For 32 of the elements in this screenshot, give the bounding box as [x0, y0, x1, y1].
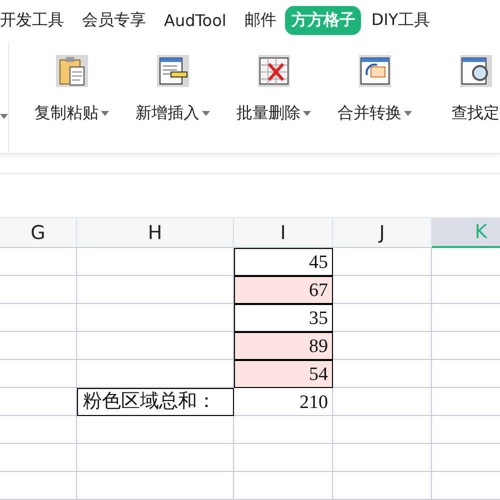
column-header[interactable]: G — [0, 218, 77, 248]
caret-icon — [0, 114, 8, 120]
ribbon-button[interactable]: 查找定 — [425, 42, 500, 124]
clipboard-icon — [56, 54, 88, 87]
caret-icon — [202, 110, 210, 116]
ribbon-button[interactable]: 新增插入 — [122, 42, 223, 124]
column-header[interactable]: I — [234, 218, 333, 248]
ribbon-button[interactable]: 合并转换 — [324, 42, 425, 124]
ribbon-button[interactable]: 复制粘贴 — [21, 42, 122, 124]
table-cell: 89 — [234, 332, 333, 360]
column-header[interactable]: H — [77, 218, 234, 248]
table-cell: 35 — [234, 304, 333, 332]
menu-tab[interactable]: 会员专享 — [82, 6, 146, 36]
column-header[interactable]: J — [333, 218, 432, 248]
caret-icon — [404, 110, 412, 116]
insert-row-icon — [156, 54, 188, 87]
table-cell: 210 — [234, 388, 333, 416]
table-cell: 54 — [234, 360, 333, 388]
caret-icon — [100, 110, 108, 116]
table-cell: 45 — [234, 248, 333, 276]
menu-tab[interactable]: 邮件 — [244, 6, 276, 36]
magnifier-table-icon — [460, 54, 492, 87]
menu-tab[interactable]: DIY工具 — [371, 6, 430, 36]
ribbon-button[interactable]: 批量删除 — [223, 42, 324, 124]
table-cell: 粉色区域总和： — [77, 388, 234, 416]
delete-table-icon — [258, 54, 290, 87]
menu-tab[interactable]: 开发工具 — [0, 6, 64, 36]
table-cell: 67 — [234, 276, 333, 304]
table-arrows-icon — [358, 54, 390, 87]
menu-tab[interactable]: AudTool — [164, 7, 226, 34]
formula-bar[interactable] — [0, 173, 500, 218]
caret-icon — [302, 110, 310, 116]
